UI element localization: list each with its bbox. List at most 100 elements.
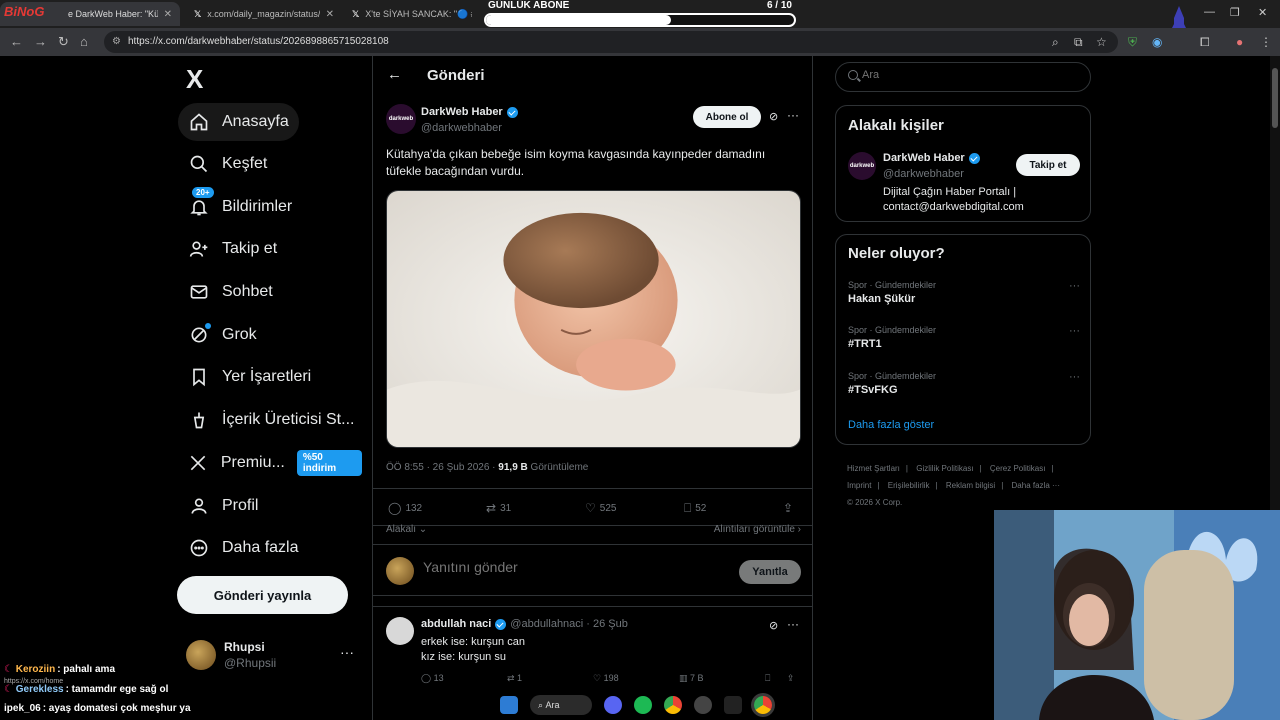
- reply-input[interactable]: [423, 559, 683, 575]
- install-icon[interactable]: ⧉: [1074, 35, 1083, 50]
- footer-separator: |: [1051, 464, 1054, 473]
- bookmark-action[interactable]: ⎕ 52: [684, 501, 706, 516]
- avatar[interactable]: [386, 617, 414, 645]
- tweet-image[interactable]: [386, 190, 801, 448]
- view-quotes-link[interactable]: Alıntıları görüntüle ›: [714, 524, 801, 535]
- footer-link[interactable]: Reklam bilgisi: [946, 481, 995, 490]
- home-icon[interactable]: ⌂: [80, 34, 88, 49]
- spotify-icon[interactable]: [634, 696, 652, 714]
- subscriber-progress-bar: [484, 13, 796, 27]
- share-action[interactable]: ⇪: [783, 501, 797, 515]
- reply-author-name[interactable]: abdullah naci: [421, 618, 491, 630]
- site-info-icon[interactable]: ⚙: [112, 31, 121, 53]
- chat-username: Gerekless: [15, 684, 64, 695]
- windows-start-icon[interactable]: [500, 696, 518, 714]
- menu-icon[interactable]: ⋮: [1260, 35, 1272, 49]
- discord-icon[interactable]: [604, 696, 622, 714]
- app-icon[interactable]: [694, 696, 712, 714]
- footer-link[interactable]: Hizmet Şartları: [847, 464, 900, 473]
- more-icon[interactable]: ···: [1069, 325, 1080, 337]
- scroll-thumb[interactable]: [1272, 68, 1278, 128]
- close-icon[interactable]: ✕: [326, 9, 334, 20]
- taskbar-search[interactable]: ⌕ Ara: [530, 695, 592, 715]
- related-name[interactable]: DarkWeb Haber: [883, 152, 980, 164]
- trend-item[interactable]: Spor · Gündemdekiler #TRT1 ···: [848, 325, 1080, 357]
- url-field[interactable]: ⚙ https://x.com/darkwebhaber/status/2026…: [104, 31, 1118, 53]
- close-icon[interactable]: ✕: [164, 9, 172, 20]
- grok-icon[interactable]: ⊘: [769, 619, 778, 632]
- app-icon[interactable]: [724, 696, 742, 714]
- retweet-action[interactable]: ⇄ 1: [507, 673, 522, 684]
- footer-link[interactable]: Çerez Politikası: [990, 464, 1046, 473]
- profile-avatar-icon[interactable]: ●: [1236, 35, 1243, 49]
- like-action[interactable]: ♡ 525: [585, 501, 616, 515]
- browser-tab-3[interactable]: 𝕏 X'te SİYAH SANCAK: "🔵 #ARŞ: [344, 2, 480, 26]
- avatar[interactable]: darkweb: [386, 104, 416, 134]
- more-icon[interactable]: ···: [787, 617, 799, 631]
- zoom-icon[interactable]: ⌕: [1052, 35, 1059, 50]
- sidebar-item-premium[interactable]: Premiu... %50 indirim: [178, 444, 372, 482]
- tweet-author-name[interactable]: DarkWeb Haber: [421, 106, 518, 118]
- account-switcher[interactable]: Rhupsi @Rhupsii ···: [184, 638, 364, 674]
- trend-item[interactable]: Spor · Gündemdekiler #TSvFKG ···: [848, 371, 1080, 403]
- more-icon[interactable]: ···: [1069, 371, 1080, 383]
- sidebar-item-bookmarks[interactable]: Yer İşaretleri: [178, 358, 321, 396]
- chrome-icon[interactable]: [664, 696, 682, 714]
- minimize-icon[interactable]: —: [1204, 6, 1215, 18]
- sidebar-item-messages[interactable]: Sohbet: [178, 273, 283, 311]
- post-button[interactable]: Gönderi yayınla: [177, 576, 348, 614]
- follow-button[interactable]: Takip et: [1016, 154, 1080, 176]
- reply-action[interactable]: ◯ 132: [388, 501, 422, 515]
- sidebar-item-more[interactable]: Daha fazla: [178, 529, 309, 567]
- back-icon[interactable]: ←: [10, 34, 23, 49]
- reply-button[interactable]: Yanıtla: [739, 560, 801, 584]
- sidebar-item-home[interactable]: Anasayfa: [178, 103, 299, 141]
- show-more-link[interactable]: Daha fazla göster: [848, 419, 934, 431]
- shield-icon[interactable]: ⛨: [1128, 35, 1137, 50]
- footer-link[interactable]: Daha fazla ···: [1012, 481, 1060, 490]
- back-arrow-icon[interactable]: ←: [387, 66, 402, 83]
- trend-item[interactable]: Spor · Gündemdekiler Hakan Şükür ···: [848, 280, 1080, 312]
- sort-relevant-dropdown[interactable]: Alakalı ⌄: [386, 524, 427, 535]
- reload-icon[interactable]: ↻: [58, 34, 69, 50]
- chrome-active-icon[interactable]: [754, 696, 772, 714]
- bookmark-icon[interactable]: ⎕: [765, 673, 770, 684]
- sidebar-item-grok[interactable]: Grok: [178, 316, 267, 354]
- sidebar-item-notifications[interactable]: 20+ Bildirimler: [178, 187, 302, 226]
- reply-author-handle[interactable]: @abdullahnaci: [510, 618, 583, 630]
- reply-action[interactable]: ◯ 13: [421, 673, 444, 684]
- tweet-author-handle[interactable]: @darkwebhaber: [421, 122, 502, 134]
- heart-icon: ♡: [585, 501, 596, 515]
- more-icon[interactable]: ···: [1069, 280, 1080, 292]
- retweet-action[interactable]: ⇄ 31: [486, 501, 511, 515]
- sidebar-item-explore[interactable]: Keşfet: [178, 145, 277, 183]
- browser-tab-2[interactable]: 𝕏 x.com/daily_magazin/status/20 ✕: [186, 2, 342, 26]
- sidebar-item-follow[interactable]: Takip et: [178, 230, 287, 268]
- x-logo-icon[interactable]: X: [186, 64, 203, 95]
- sidebar-nav: X Anasayfa Keşfet 20+ Bildirimler Takip …: [176, 56, 372, 720]
- like-action[interactable]: ♡ 198: [593, 673, 619, 684]
- grok-icon[interactable]: ⊘: [769, 110, 778, 123]
- related-handle[interactable]: @darkwebhaber: [883, 168, 964, 180]
- footer-link[interactable]: Erişilebilirlik: [888, 481, 930, 490]
- audio-icon[interactable]: ◉: [1152, 35, 1162, 49]
- avatar: [386, 557, 414, 585]
- avatar[interactable]: darkweb: [848, 152, 876, 180]
- search-input[interactable]: [862, 69, 1062, 81]
- more-icon[interactable]: ···: [340, 644, 354, 660]
- bookmark-star-icon[interactable]: ☆: [1096, 35, 1107, 49]
- forward-icon[interactable]: →: [34, 34, 47, 49]
- extensions-icon[interactable]: ⧠: [1200, 35, 1210, 50]
- footer-link[interactable]: Imprint: [847, 481, 871, 490]
- sidebar-item-creator-studio[interactable]: İçerik Üreticisi St...: [178, 401, 364, 439]
- page-title: Gönderi: [427, 67, 485, 84]
- search-bar[interactable]: [835, 62, 1091, 92]
- views-action[interactable]: ▥ 7 B: [679, 673, 704, 684]
- maximize-icon[interactable]: ❐: [1230, 6, 1240, 19]
- footer-link[interactable]: Gizlilik Politikası: [916, 464, 973, 473]
- subscribe-button[interactable]: Abone ol: [693, 106, 761, 128]
- sidebar-item-profile[interactable]: Profil: [178, 487, 268, 525]
- share-icon[interactable]: ⇪: [787, 673, 795, 684]
- more-icon[interactable]: ···: [787, 108, 799, 122]
- close-window-icon[interactable]: ✕: [1258, 6, 1267, 19]
